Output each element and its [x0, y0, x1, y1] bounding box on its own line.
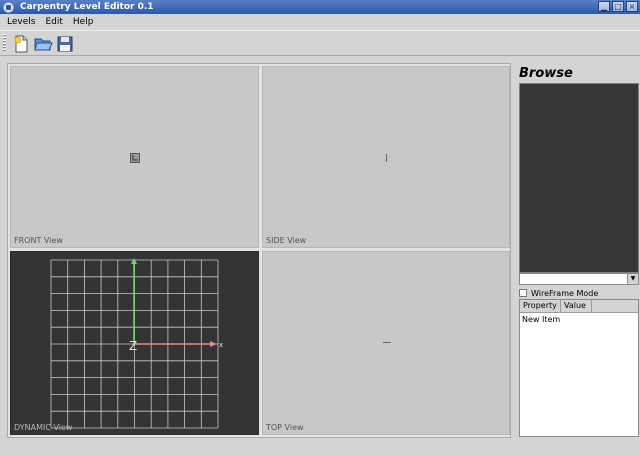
table-row[interactable]: New Item [520, 313, 638, 326]
property-column-header[interactable]: Property [520, 300, 561, 312]
minimize-button[interactable]: ▁ [598, 1, 610, 12]
top-view-label: TOP View [266, 423, 304, 432]
viewport-grid: FRONT View SIDE View x Z DYNAMIC View TO… [7, 63, 511, 438]
window-title: Carpentry Level Editor 0.1 [20, 2, 154, 12]
front-view-label: FRONT View [14, 236, 63, 245]
close-button[interactable]: × [626, 1, 638, 12]
dynamic-view-label: DYNAMIC View [14, 423, 73, 432]
new-button[interactable] [11, 34, 31, 54]
side-view-label: SIDE View [266, 236, 307, 245]
title-bar[interactable]: Carpentry Level Editor 0.1 ▁ □ × [0, 0, 640, 14]
menu-levels[interactable]: Levels [2, 17, 40, 27]
browse-area[interactable] [519, 83, 639, 273]
new-file-icon [14, 35, 28, 53]
browse-panel: Browse ▼ WireFrame Mode Property Value N… [515, 61, 639, 439]
toolbar [0, 30, 640, 56]
x-axis-label: x [219, 341, 223, 349]
top-view[interactable]: TOP View [262, 251, 510, 435]
front-view[interactable]: FRONT View [10, 66, 259, 248]
side-view[interactable]: SIDE View [262, 66, 510, 248]
chevron-down-icon[interactable]: ▼ [627, 274, 638, 284]
value-column-header[interactable]: Value [561, 300, 592, 312]
browse-title: Browse [519, 66, 573, 81]
front-marker-icon [130, 153, 140, 163]
y-axis-arrow [131, 258, 137, 264]
menu-edit[interactable]: Edit [40, 17, 67, 27]
x-axis-arrow [210, 341, 217, 347]
toolbar-grip[interactable] [3, 34, 6, 52]
window-menu-icon[interactable] [3, 1, 14, 13]
property-table: Property Value New Item [519, 299, 639, 437]
wireframe-row: WireFrame Mode [519, 287, 598, 299]
perspective-grid: x Z [50, 258, 223, 429]
maximize-button[interactable]: □ [612, 1, 624, 12]
browse-combo[interactable]: ▼ [519, 273, 639, 285]
z-axis-label: Z [129, 339, 137, 353]
dynamic-view[interactable]: x Z DYNAMIC View [10, 251, 259, 435]
wireframe-checkbox[interactable] [519, 289, 527, 297]
side-marker [386, 154, 387, 162]
save-icon [57, 36, 73, 52]
wireframe-label[interactable]: WireFrame Mode [531, 289, 598, 298]
menu-bar: Levels Edit Help [0, 14, 640, 29]
top-marker [383, 342, 391, 343]
open-button[interactable] [33, 34, 53, 54]
open-folder-icon [34, 38, 53, 51]
property-table-header: Property Value [520, 300, 638, 313]
save-button[interactable] [55, 34, 75, 54]
menu-help[interactable]: Help [68, 17, 99, 27]
